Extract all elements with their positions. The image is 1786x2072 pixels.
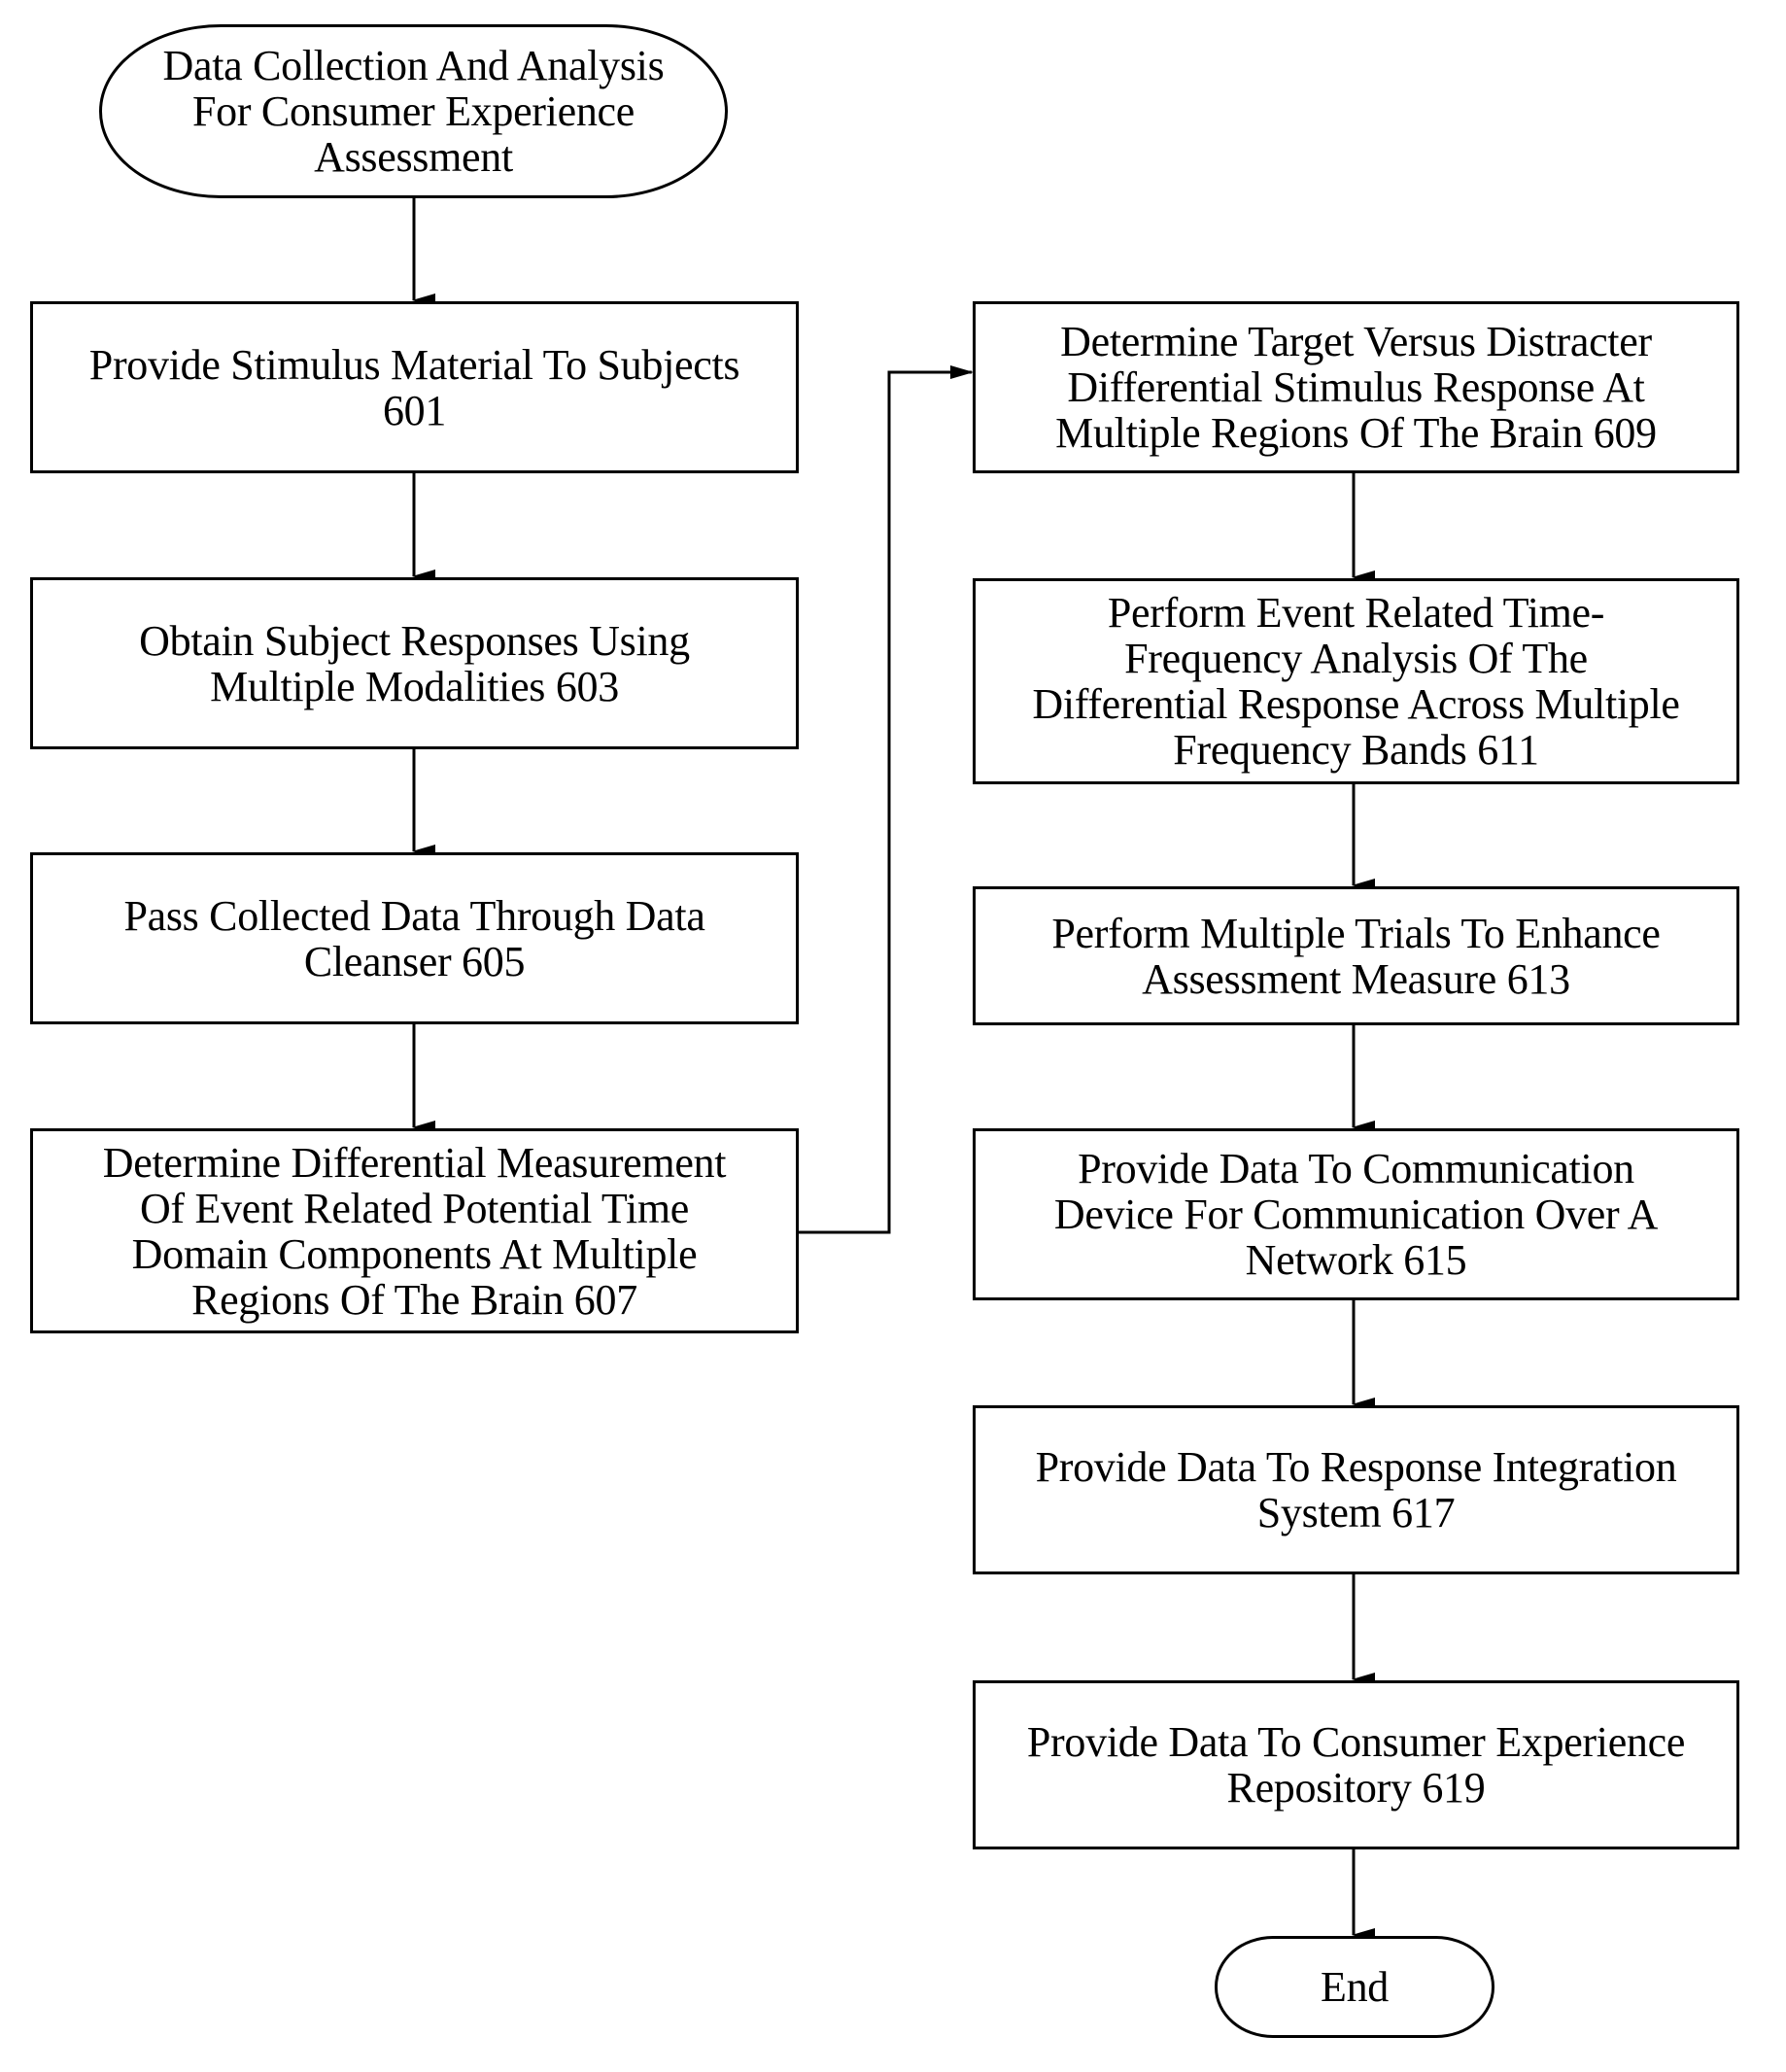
start-label: Data Collection And Analysis For Consume… <box>162 42 665 181</box>
step-605-label: Pass Collected Data Through Data Cleanse… <box>123 891 705 985</box>
step-603-label: Obtain Subject Responses Using Multiple … <box>139 616 690 710</box>
step-613-box: Perform Multiple Trials To Enhance Asses… <box>973 886 1739 1025</box>
step-609-box: Determine Target Versus Distracter Diffe… <box>973 301 1739 473</box>
arrow-607-to-609 <box>799 365 974 1234</box>
step-617-label: Provide Data To Response Integration Sys… <box>1035 1443 1677 1537</box>
step-619-box: Provide Data To Consumer Experience Repo… <box>973 1680 1739 1849</box>
step-605-box: Pass Collected Data Through Data Cleanse… <box>30 852 799 1024</box>
step-615-box: Provide Data To Communication Device For… <box>973 1128 1739 1300</box>
step-615-label: Provide Data To Communication Device For… <box>1053 1145 1659 1284</box>
step-607-label: Determine Differential Measurement Of Ev… <box>102 1138 727 1324</box>
step-601-label: Provide Stimulus Material To Subjects 60… <box>88 340 740 434</box>
step-601-box: Provide Stimulus Material To Subjects 60… <box>30 301 799 473</box>
step-617-box: Provide Data To Response Integration Sys… <box>973 1405 1739 1574</box>
start-terminal: Data Collection And Analysis For Consume… <box>99 24 728 198</box>
step-607-box: Determine Differential Measurement Of Ev… <box>30 1128 799 1333</box>
step-619-label: Provide Data To Consumer Experience Repo… <box>1026 1718 1686 1812</box>
step-609-label: Determine Target Versus Distracter Diffe… <box>1055 318 1657 457</box>
step-613-label: Perform Multiple Trials To Enhance Asses… <box>1051 909 1661 1003</box>
end-terminal: End <box>1215 1936 1494 2038</box>
step-603-box: Obtain Subject Responses Using Multiple … <box>30 577 799 749</box>
end-label: End <box>1321 1963 1389 2011</box>
step-611-label: Perform Event Related Time- Frequency An… <box>1032 589 1680 774</box>
step-611-box: Perform Event Related Time- Frequency An… <box>973 578 1739 784</box>
